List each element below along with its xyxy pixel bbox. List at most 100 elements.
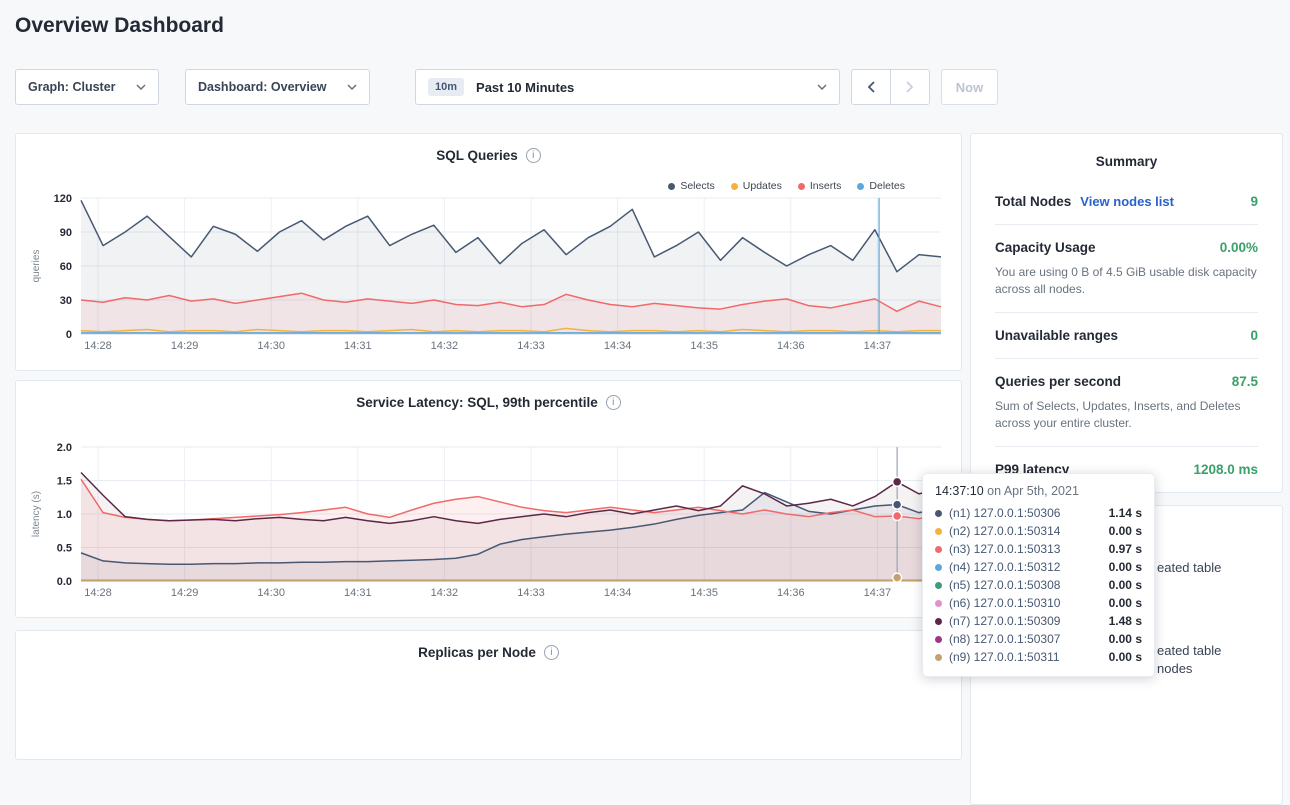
chart-title: Service Latency: SQL, 99th percentile i xyxy=(16,395,961,410)
chart-title-text: SQL Queries xyxy=(436,148,518,163)
summary-row: Unavailable ranges0 xyxy=(995,313,1258,359)
svg-text:latency (s): latency (s) xyxy=(31,491,42,537)
dashboard-selector-label: Dashboard: Overview xyxy=(198,80,327,94)
legend-item[interactable]: Inserts xyxy=(798,180,842,192)
legend-dot xyxy=(857,183,864,190)
tooltip-node-value: 0.00 s xyxy=(1109,560,1142,574)
tooltip-node-value: 0.00 s xyxy=(1109,524,1142,538)
series-color-dot xyxy=(935,582,942,589)
sql-queries-chart[interactable]: 14:2814:2914:3014:3114:3214:3314:3414:35… xyxy=(16,134,962,371)
summary-row-value: 9 xyxy=(1250,194,1258,209)
svg-text:14:29: 14:29 xyxy=(171,587,199,599)
legend-item[interactable]: Updates xyxy=(731,180,782,192)
legend-label: Selects xyxy=(680,180,714,192)
tooltip-row: (n4) 127.0.0.1:503120.00 s xyxy=(935,558,1142,576)
legend-dot xyxy=(731,183,738,190)
series-color-dot xyxy=(935,636,942,643)
svg-text:14:34: 14:34 xyxy=(604,340,632,352)
event-item-text[interactable]: nodes xyxy=(1157,661,1192,676)
chart-hover-tooltip: 14:37:10 on Apr 5th, 2021 (n1) 127.0.0.1… xyxy=(922,473,1155,677)
series-color-dot xyxy=(935,510,942,517)
svg-text:14:29: 14:29 xyxy=(171,340,199,352)
svg-text:14:33: 14:33 xyxy=(517,587,545,599)
svg-text:14:30: 14:30 xyxy=(257,587,285,599)
legend-item[interactable]: Selects xyxy=(668,180,714,192)
svg-text:14:31: 14:31 xyxy=(344,340,372,352)
time-range-label: Past 10 Minutes xyxy=(476,80,574,95)
summary-row-value: 1208.0 ms xyxy=(1193,462,1258,477)
chart-title: SQL Queries i xyxy=(16,148,961,163)
tooltip-node-label: (n1) 127.0.0.1:50306 xyxy=(949,506,1109,520)
tooltip-row: (n3) 127.0.0.1:503130.97 s xyxy=(935,540,1142,558)
now-button[interactable]: Now xyxy=(941,69,998,105)
event-item-text[interactable]: eated table xyxy=(1157,560,1221,575)
series-color-dot xyxy=(935,528,942,535)
summary-row-value: 87.5 xyxy=(1232,374,1258,389)
replicas-per-node-chart-panel: Replicas per Node i xyxy=(15,630,962,760)
time-prev-button[interactable] xyxy=(851,69,891,105)
tooltip-node-label: (n7) 127.0.0.1:50309 xyxy=(949,614,1109,628)
page-title: Overview Dashboard xyxy=(15,14,224,38)
series-color-dot xyxy=(935,546,942,553)
dashboard-selector-dropdown[interactable]: Dashboard: Overview xyxy=(185,69,370,105)
info-icon[interactable]: i xyxy=(526,148,541,163)
svg-text:queries: queries xyxy=(31,250,42,283)
svg-text:14:34: 14:34 xyxy=(604,587,632,599)
graph-selector-dropdown[interactable]: Graph: Cluster xyxy=(15,69,159,105)
svg-text:14:30: 14:30 xyxy=(257,340,285,352)
chart-legend: Selects Updates Inserts Deletes xyxy=(668,180,905,192)
summary-rows: Total NodesView nodes list9Capacity Usag… xyxy=(971,179,1282,492)
tooltip-node-label: (n5) 127.0.0.1:50308 xyxy=(949,578,1109,592)
tooltip-row: (n7) 127.0.0.1:503091.48 s xyxy=(935,612,1142,630)
time-range-dropdown[interactable]: 10m Past 10 Minutes xyxy=(415,69,840,105)
view-nodes-list-link[interactable]: View nodes list xyxy=(1080,194,1174,209)
legend-dot xyxy=(798,183,805,190)
tooltip-node-label: (n4) 127.0.0.1:50312 xyxy=(949,560,1109,574)
svg-text:2.0: 2.0 xyxy=(57,442,72,454)
info-icon[interactable]: i xyxy=(544,645,559,660)
tooltip-node-label: (n6) 127.0.0.1:50310 xyxy=(949,596,1109,610)
tooltip-node-value: 0.97 s xyxy=(1109,542,1142,556)
summary-row: Total NodesView nodes list9 xyxy=(995,179,1258,225)
tooltip-node-label: (n8) 127.0.0.1:50307 xyxy=(949,632,1109,646)
tooltip-node-value: 1.14 s xyxy=(1109,506,1142,520)
summary-row-description: You are using 0 B of 4.5 GiB usable disk… xyxy=(995,264,1258,299)
tooltip-node-label: (n2) 127.0.0.1:50314 xyxy=(949,524,1109,538)
event-item-text[interactable]: eated table xyxy=(1157,643,1221,658)
chart-title-text: Service Latency: SQL, 99th percentile xyxy=(356,395,598,410)
time-range-badge: 10m xyxy=(428,78,464,96)
chevron-left-icon xyxy=(867,81,875,93)
svg-text:14:32: 14:32 xyxy=(431,587,459,599)
tooltip-node-value: 0.00 s xyxy=(1109,650,1142,664)
svg-text:120: 120 xyxy=(54,193,72,205)
chevron-down-icon xyxy=(347,84,357,90)
summary-row: Capacity Usage0.00%You are using 0 B of … xyxy=(995,225,1258,313)
service-latency-chart[interactable]: 14:2814:2914:3014:3114:3214:3314:3414:35… xyxy=(16,381,962,618)
svg-text:14:32: 14:32 xyxy=(431,340,459,352)
chevron-down-icon xyxy=(136,84,146,90)
legend-label: Deletes xyxy=(869,180,905,192)
svg-text:30: 30 xyxy=(60,295,72,307)
svg-text:14:35: 14:35 xyxy=(690,587,718,599)
tooltip-time: 14:37:10 xyxy=(935,484,984,498)
svg-text:14:33: 14:33 xyxy=(517,340,545,352)
legend-item[interactable]: Deletes xyxy=(857,180,905,192)
tooltip-node-value: 0.00 s xyxy=(1109,632,1142,646)
series-color-dot xyxy=(935,600,942,607)
tooltip-node-label: (n3) 127.0.0.1:50313 xyxy=(949,542,1109,556)
summary-row-label: Queries per second xyxy=(995,374,1121,389)
chevron-right-icon xyxy=(906,81,914,93)
svg-text:1.0: 1.0 xyxy=(57,509,72,521)
summary-row: Queries per second87.5Sum of Selects, Up… xyxy=(995,359,1258,447)
svg-text:0.0: 0.0 xyxy=(57,576,72,588)
legend-label: Updates xyxy=(743,180,782,192)
tooltip-rows: (n1) 127.0.0.1:503061.14 s(n2) 127.0.0.1… xyxy=(935,504,1142,666)
summary-row-label: Unavailable ranges xyxy=(995,328,1118,343)
series-color-dot xyxy=(935,618,942,625)
time-next-button[interactable] xyxy=(890,69,930,105)
svg-text:1.5: 1.5 xyxy=(57,476,72,488)
tooltip-header: 14:37:10 on Apr 5th, 2021 xyxy=(935,484,1142,498)
info-icon[interactable]: i xyxy=(606,395,621,410)
svg-text:0.5: 0.5 xyxy=(57,543,72,555)
svg-text:0: 0 xyxy=(66,329,72,341)
